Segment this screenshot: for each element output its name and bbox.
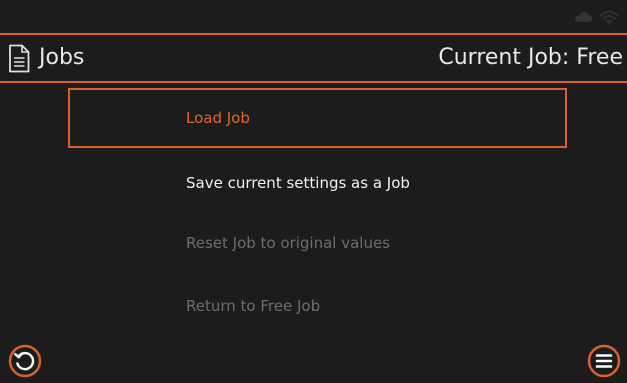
document-icon xyxy=(9,44,30,73)
page-title: Jobs xyxy=(39,45,85,70)
back-icon xyxy=(8,344,42,378)
jobs-screen: Jobs Current Job: Free Load Job Save cur… xyxy=(0,0,627,383)
current-job-label: Current Job: Free xyxy=(438,45,623,70)
status-icons xyxy=(573,9,619,25)
save-job-item[interactable]: Save current settings as a Job xyxy=(68,153,567,213)
return-free-job-label: Return to Free Job xyxy=(186,297,321,315)
header-bar: Jobs Current Job: Free xyxy=(0,33,627,83)
save-job-label: Save current settings as a Job xyxy=(186,174,410,192)
cloud-icon xyxy=(574,11,593,22)
menu-button[interactable] xyxy=(587,344,621,378)
load-job-label: Load Job xyxy=(186,109,250,127)
status-bar xyxy=(0,0,627,32)
reset-job-item[interactable]: Reset Job to original values xyxy=(68,213,567,273)
reset-job-label: Reset Job to original values xyxy=(186,234,391,252)
load-job-item[interactable]: Load Job xyxy=(68,88,567,148)
return-free-job-item[interactable]: Return to Free Job xyxy=(68,276,567,336)
menu-icon xyxy=(587,344,621,378)
wifi-icon xyxy=(599,10,619,25)
back-button[interactable] xyxy=(8,344,42,378)
